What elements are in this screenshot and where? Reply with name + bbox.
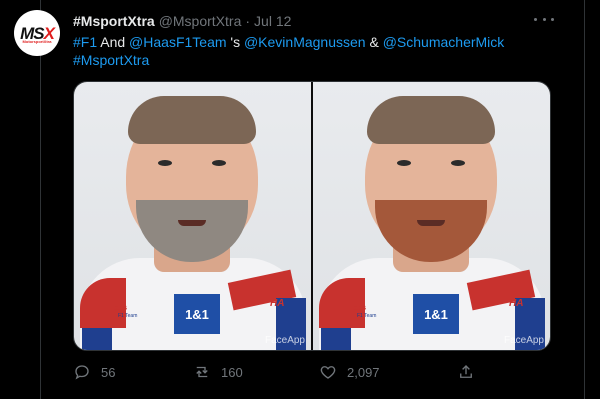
team-logo-text: Haas [108, 303, 128, 312]
display-name[interactable]: #MsportXtra [73, 13, 155, 29]
heart-icon [320, 366, 336, 379]
share-button[interactable] [457, 362, 475, 382]
like-count: 2,097 [347, 364, 380, 380]
sponsor-badge: 1&1 [174, 294, 220, 334]
retweet-icon [196, 366, 208, 378]
left-photo[interactable]: 1&1 Haas F1 Team HA FaceApp [74, 82, 311, 350]
sponsor-badge: 1&1 [413, 294, 459, 334]
tweet-text-segment: & [365, 34, 383, 50]
separator-dot: · [245, 13, 251, 29]
reply-button[interactable]: 56 [73, 362, 115, 382]
sleeve-logo-text: HA [509, 298, 524, 309]
tweet-text-segment: 's [226, 34, 244, 50]
share-icon [460, 365, 472, 378]
tweet-header: #MsportXtra @MsportXtra · Jul 12 [73, 12, 291, 30]
tweet-link[interactable]: @HaasF1Team [129, 34, 226, 50]
beard [136, 200, 248, 262]
like-button[interactable]: 2,097 [319, 362, 380, 382]
faceapp-watermark: FaceApp [264, 335, 305, 346]
tweet-media[interactable]: 1&1 Haas F1 Team HA FaceApp 1&1 Haas F1 Team HA F… [73, 81, 551, 351]
reply-icon [75, 365, 89, 380]
retweet-button[interactable]: 160 [193, 362, 243, 382]
reply-count: 56 [101, 364, 116, 380]
hair [367, 96, 495, 144]
retweet-count: 160 [221, 364, 243, 380]
timestamp[interactable]: Jul 12 [254, 13, 291, 29]
more-options-icon[interactable] [534, 12, 554, 26]
user-handle[interactable]: @MsportXtra [159, 13, 242, 29]
faceapp-watermark: FaceApp [503, 335, 544, 346]
right-photo[interactable]: 1&1 Haas F1 Team HA FaceApp [313, 82, 550, 350]
team-logo-subtext: F1 Team [118, 313, 138, 319]
tweet-link[interactable]: @KevinMagnussen [244, 34, 366, 50]
tweet-text: #F1 And @HaasF1Team 's @KevinMagnussen &… [73, 33, 573, 69]
beard [375, 200, 487, 262]
tweet-text-segment: And [97, 34, 130, 50]
tweet-link[interactable]: #F1 [73, 34, 97, 50]
team-logo-subtext: F1 Team [357, 313, 377, 319]
avatar[interactable]: MSX MotorsportXtra [14, 10, 60, 56]
tweet-link[interactable]: @SchumacherMick [383, 34, 505, 50]
tweet[interactable]: MSX MotorsportXtra #MsportXtra @MsportXt… [0, 0, 600, 399]
team-logo-text: Haas [347, 303, 367, 312]
hair [128, 96, 256, 144]
avatar-logo-subtitle: MotorsportXtra [22, 39, 52, 44]
sleeve-logo-text: HA [270, 298, 285, 309]
tweet-actions: 56 160 2,097 [73, 362, 473, 382]
tweet-link[interactable]: #MsportXtra [73, 52, 149, 68]
